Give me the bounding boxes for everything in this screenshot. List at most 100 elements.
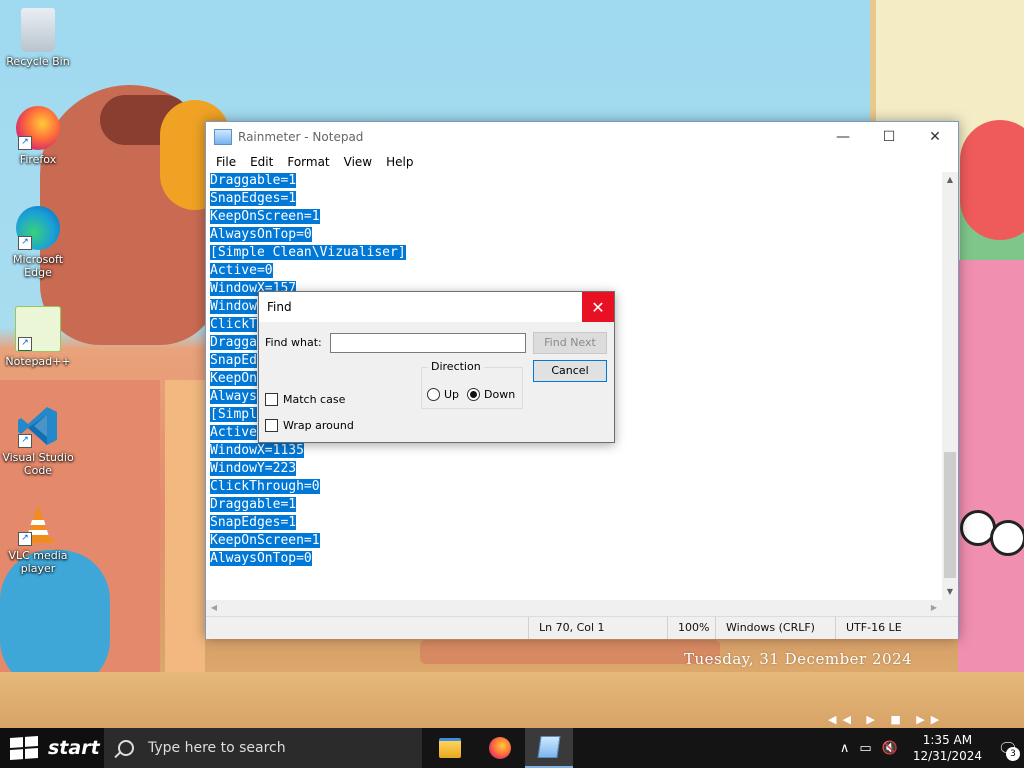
file-explorer-icon xyxy=(439,738,461,758)
edge-icon: ↗ xyxy=(16,206,60,250)
search-placeholder: Type here to search xyxy=(148,740,286,756)
vscode-icon: ↗ xyxy=(16,404,60,448)
wallpaper-shape xyxy=(958,260,1024,680)
shortcut-arrow-icon: ↗ xyxy=(18,434,32,448)
text-line: KeepOnScreen=1 xyxy=(210,533,320,548)
checkbox-label: Wrap around xyxy=(283,419,354,432)
menu-format[interactable]: Format xyxy=(280,155,336,169)
find-dialog[interactable]: Find ✕ Find what: Find Next Cancel Direc… xyxy=(258,291,615,443)
volume-muted-icon[interactable]: 🔇 xyxy=(882,741,898,756)
taskbar-notepad[interactable] xyxy=(525,728,573,768)
wallpaper-shape xyxy=(420,640,720,664)
close-button[interactable]: ✕ xyxy=(912,122,958,152)
window-title: Rainmeter - Notepad xyxy=(238,130,364,144)
desktop-icon-vscode[interactable]: ↗ Visual Studio Code xyxy=(0,404,76,477)
desktop-icon-vlc[interactable]: ↗ VLC media player xyxy=(0,502,76,575)
direction-down-radio[interactable]: Down xyxy=(467,388,515,401)
radio-label: Down xyxy=(484,388,516,401)
radio-off-icon xyxy=(427,388,440,401)
text-line: WindowX=1135 xyxy=(210,443,304,458)
desktop-icon-label: Recycle Bin xyxy=(6,55,70,68)
scroll-down-arrow-icon[interactable]: ▼ xyxy=(942,584,958,600)
firefox-icon: ↗ xyxy=(16,106,60,150)
text-line: [Simple Clean\Vizualiser] xyxy=(210,245,406,260)
find-what-label: Find what: xyxy=(265,336,322,349)
direction-up-radio[interactable]: Up xyxy=(427,388,459,401)
status-line-ending: Windows (CRLF) xyxy=(715,617,834,639)
text-line: KeepOnScreen=1 xyxy=(210,209,320,224)
scroll-up-arrow-icon[interactable]: ▲ xyxy=(942,172,958,188)
radio-on-icon xyxy=(467,388,480,401)
wrap-around-checkbox[interactable]: Wrap around xyxy=(265,419,354,432)
shortcut-arrow-icon: ↗ xyxy=(18,236,32,250)
menu-edit[interactable]: Edit xyxy=(243,155,280,169)
menu-help[interactable]: Help xyxy=(379,155,420,169)
start-button[interactable]: start xyxy=(0,728,104,768)
windows-logo-icon xyxy=(10,736,38,760)
maximize-button[interactable]: ☐ xyxy=(866,122,912,152)
clock-date: 12/31/2024 xyxy=(912,749,982,763)
desktop-icon-label: Visual Studio Code xyxy=(2,451,74,477)
network-icon[interactable]: ▭ xyxy=(859,741,871,756)
taskbar-file-explorer[interactable] xyxy=(426,728,474,768)
firefox-icon xyxy=(489,737,511,759)
text-line: SnapEdges=1 xyxy=(210,191,297,206)
show-hidden-icons-chevron-icon[interactable]: ∧ xyxy=(840,741,850,756)
text-line: WindowY=223 xyxy=(210,461,297,476)
vertical-scroll-thumb[interactable] xyxy=(944,452,956,578)
menu-view[interactable]: View xyxy=(337,155,379,169)
direction-label: Direction xyxy=(428,360,484,373)
shortcut-arrow-icon: ↗ xyxy=(18,337,32,351)
desktop-icon-label: Firefox xyxy=(19,153,57,166)
cancel-button[interactable]: Cancel xyxy=(533,360,607,382)
dialog-title: Find xyxy=(267,300,292,314)
desktop-icon-label: VLC media player xyxy=(8,549,68,575)
notepad-titlebar[interactable]: Rainmeter - Notepad — ☐ ✕ xyxy=(206,122,958,152)
recycle-bin-icon xyxy=(21,8,55,52)
desktop-icon-firefox[interactable]: ↗ Firefox xyxy=(0,106,76,166)
text-line: Draggable=1 xyxy=(210,497,297,512)
minimize-button[interactable]: — xyxy=(820,122,866,152)
desktop-icon-label: Notepad++ xyxy=(5,355,71,368)
wallpaper-shape xyxy=(960,120,1024,240)
status-cursor-position: Ln 70, Col 1 xyxy=(528,617,667,639)
vertical-scrollbar[interactable]: ▲ ▼ xyxy=(942,172,958,600)
checkbox-unchecked-icon xyxy=(265,393,278,406)
wallpaper-shape xyxy=(990,520,1024,556)
find-next-button[interactable]: Find Next xyxy=(533,332,607,354)
find-close-button[interactable]: ✕ xyxy=(582,292,614,322)
find-titlebar[interactable]: Find ✕ xyxy=(259,292,614,322)
desktop-icon-notepad-plus-plus[interactable]: ↗ Notepad++ xyxy=(0,306,76,368)
start-label: start xyxy=(48,737,100,759)
desktop-icon-edge[interactable]: ↗ Microsoft Edge xyxy=(0,206,76,279)
clock[interactable]: 1:35 AM 12/31/2024 xyxy=(913,732,982,764)
system-tray: ∧ ▭ 🔇 1:35 AM 12/31/2024 🗨 3 xyxy=(835,728,1024,768)
notifications-button[interactable]: 🗨 3 xyxy=(992,728,1024,768)
shortcut-arrow-icon: ↗ xyxy=(18,532,32,546)
clock-time: 1:35 AM xyxy=(922,733,973,747)
taskbar-firefox[interactable] xyxy=(476,728,524,768)
text-line: Active=0 xyxy=(210,263,273,278)
wallpaper-media-controls[interactable]: ◀◀ ▶ ■ ▶▶ xyxy=(828,713,945,726)
match-case-checkbox[interactable]: Match case xyxy=(265,393,345,406)
wallpaper-shape xyxy=(165,380,205,680)
menu-bar: File Edit Format View Help xyxy=(206,152,958,172)
status-encoding: UTF-16 LE xyxy=(835,617,946,639)
desktop-icon-label: Microsoft Edge xyxy=(12,253,64,279)
menu-file[interactable]: File xyxy=(209,155,243,169)
scroll-left-arrow-icon[interactable]: ◀ xyxy=(206,600,222,616)
vlc-cone-icon: ↗ xyxy=(16,502,60,546)
find-what-input[interactable] xyxy=(330,333,526,353)
text-line: Draggable=1 xyxy=(210,173,297,188)
text-line: AlwaysOnTop=0 xyxy=(210,551,312,566)
horizontal-scrollbar[interactable]: ◀ ▶ xyxy=(206,600,942,616)
notepad-plus-plus-icon: ↗ xyxy=(15,306,61,352)
desktop-icon-recycle-bin[interactable]: Recycle Bin xyxy=(0,8,76,68)
scroll-right-arrow-icon[interactable]: ▶ xyxy=(926,600,942,616)
scrollbar-corner xyxy=(942,600,958,616)
text-line: ClickThrough=0 xyxy=(210,479,320,494)
taskbar-search-box[interactable]: Type here to search xyxy=(104,728,422,768)
status-bar: Ln 70, Col 1 100% Windows (CRLF) UTF-16 … xyxy=(206,616,958,639)
notepad-app-icon xyxy=(214,129,232,145)
checkbox-unchecked-icon xyxy=(265,419,278,432)
